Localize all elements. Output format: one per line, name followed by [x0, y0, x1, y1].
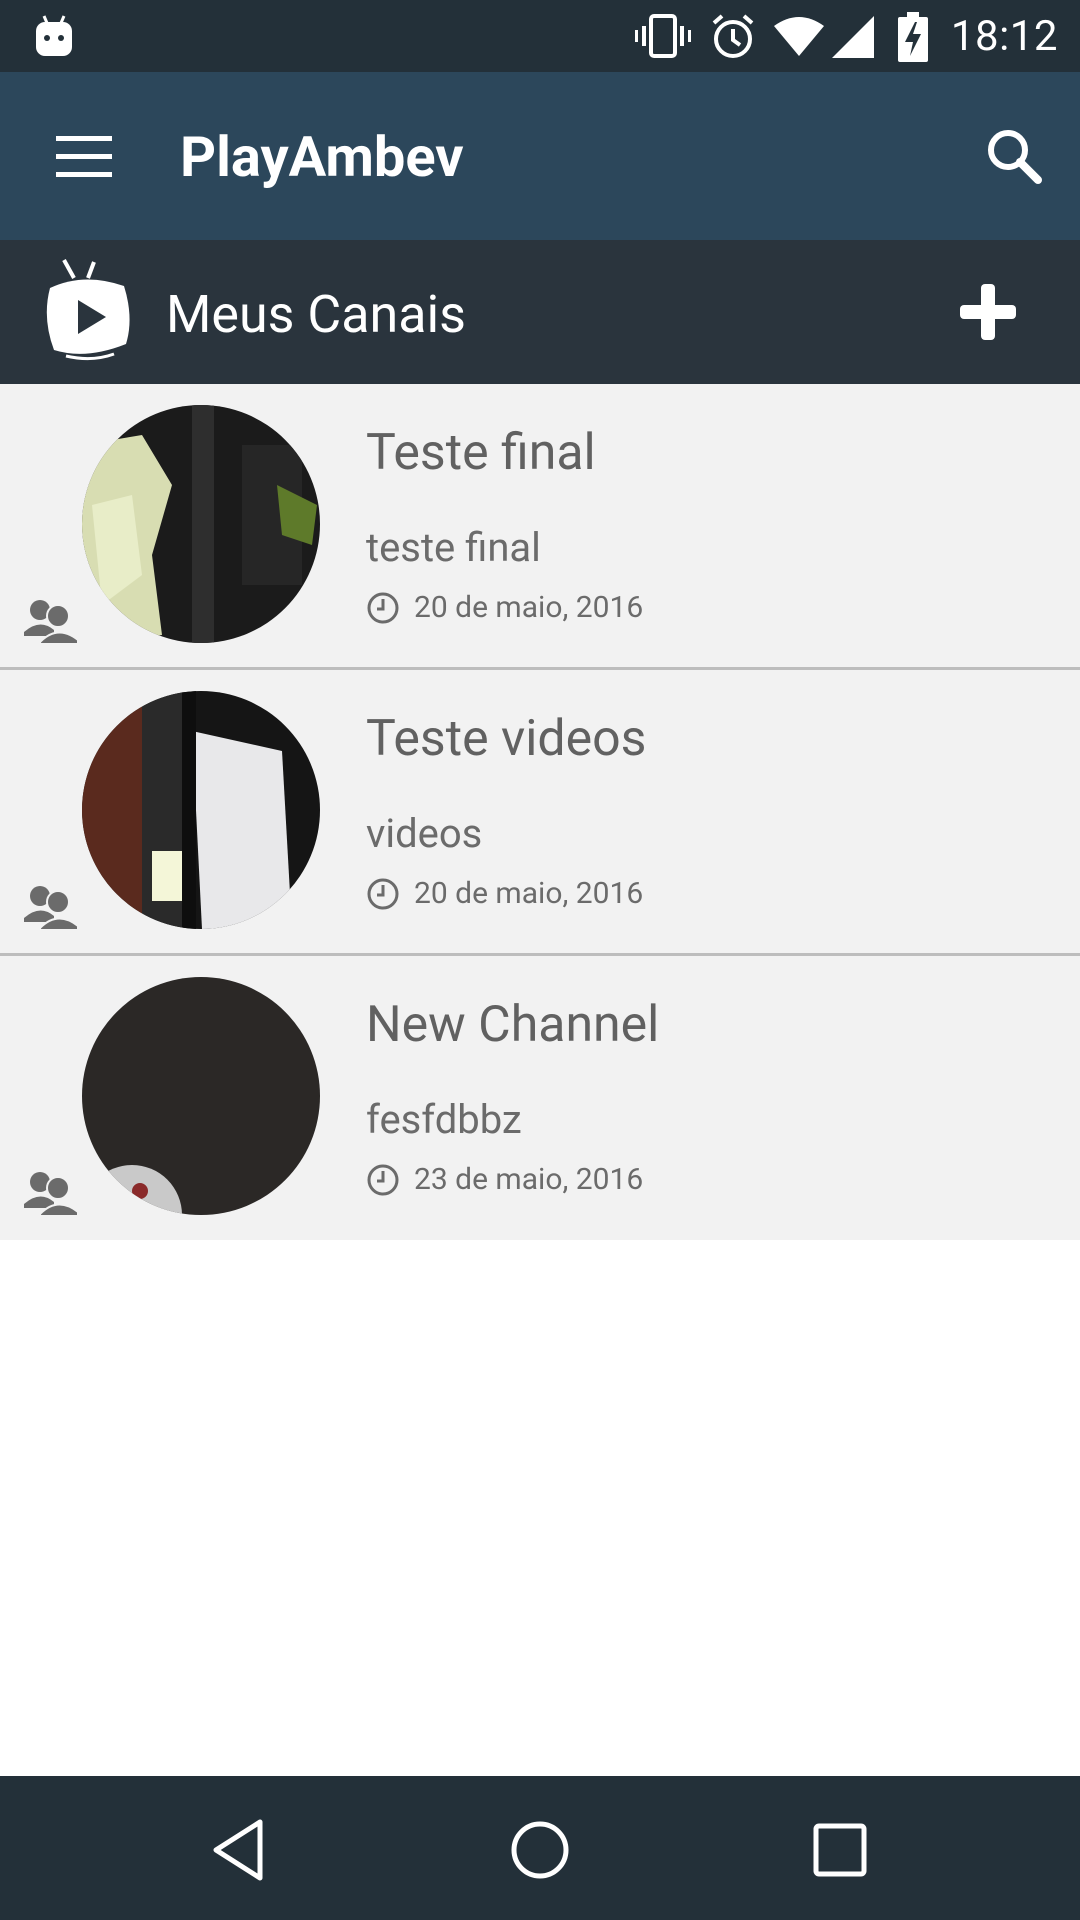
group-icon [24, 886, 79, 930]
app-bar: PlayAmbev [0, 72, 1080, 240]
back-icon[interactable] [202, 1812, 278, 1888]
channel-thumbnail [82, 405, 320, 643]
list-item[interactable]: New Channel fesfdbbz 23 de maio, 2016 [0, 956, 1080, 1808]
menu-icon[interactable] [40, 124, 130, 188]
vibrate-icon [635, 14, 691, 58]
channel-date: 20 de maio, 2016 [366, 590, 643, 625]
channel-thumbnail [82, 691, 320, 929]
section-title: Meus Canais [166, 284, 466, 345]
search-icon[interactable] [980, 122, 1050, 192]
section-header: Meus Canais [0, 240, 1080, 384]
wifi-icon [774, 17, 824, 56]
channel-description: videos [366, 810, 483, 857]
app-title: PlayAmbev [180, 124, 464, 190]
channel-list: Teste final teste final 20 de maio, 2016 [0, 384, 1080, 1808]
add-channel-icon[interactable] [954, 278, 1022, 346]
alarm-icon [712, 14, 754, 58]
channel-name: Teste final [366, 424, 596, 482]
channel-name: New Channel [366, 996, 660, 1054]
list-item[interactable]: Teste videos videos 20 de maio, 2016 [0, 670, 1080, 956]
navigation-bar [0, 1776, 1080, 1920]
group-icon [24, 1172, 79, 1216]
channel-date-text: 23 de maio, 2016 [414, 1162, 644, 1197]
clock-icon [367, 592, 399, 623]
channel-name: Teste videos [366, 710, 647, 768]
channel-date: 23 de maio, 2016 [366, 1162, 643, 1197]
status-bar: 18:12 [0, 0, 1080, 72]
cell-signal-icon [832, 16, 874, 58]
battery-charging-icon [898, 12, 928, 62]
clock-icon [367, 1164, 399, 1195]
status-time: 18:12 [950, 12, 1058, 61]
list-item[interactable]: Teste final teste final 20 de maio, 2016 [0, 384, 1080, 670]
recents-icon[interactable] [802, 1812, 878, 1888]
channel-date-text: 20 de maio, 2016 [414, 590, 644, 625]
clock-icon [367, 878, 399, 909]
tv-play-logo-icon [46, 259, 130, 361]
home-icon[interactable] [502, 1812, 578, 1888]
channel-description: teste final [366, 524, 541, 571]
android-notification-icon [36, 15, 72, 56]
channel-thumbnail [82, 977, 320, 1215]
channel-date-text: 20 de maio, 2016 [414, 876, 644, 911]
group-icon [24, 600, 79, 644]
channel-date: 20 de maio, 2016 [366, 876, 643, 911]
channel-description: fesfdbbz [366, 1096, 522, 1143]
